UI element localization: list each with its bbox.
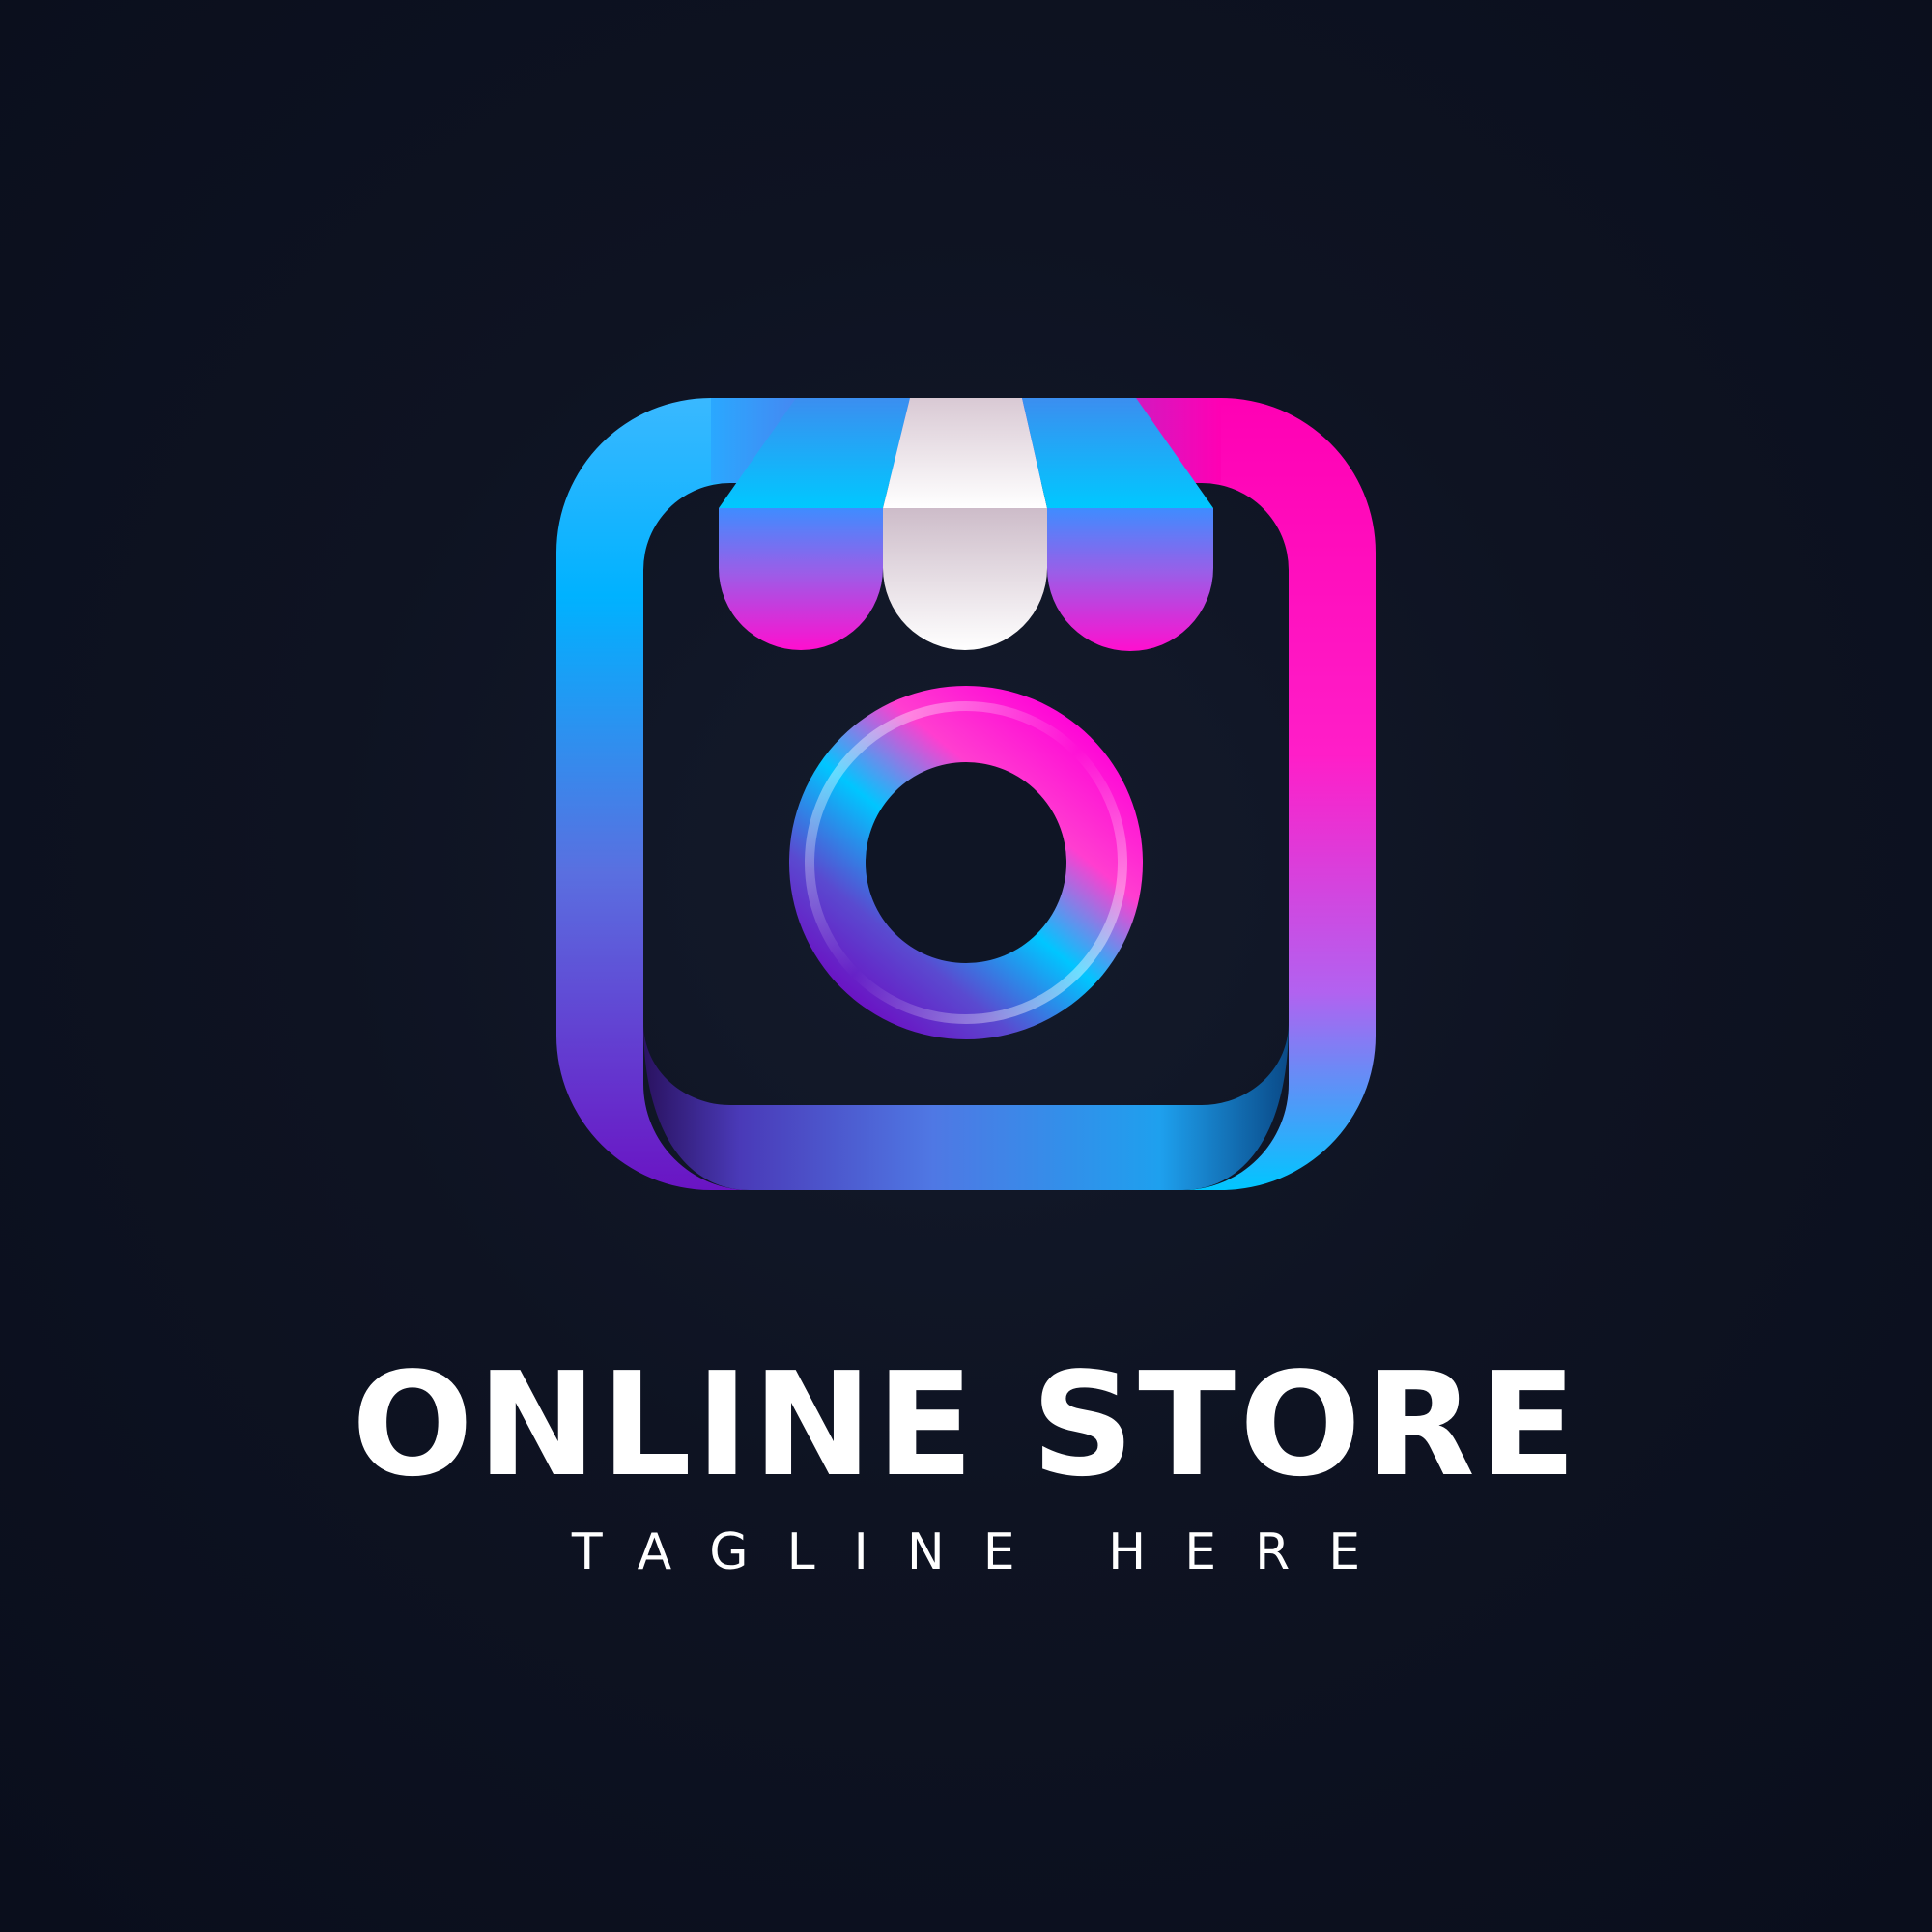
storefront-camera-logo-icon: [556, 398, 1376, 1190]
frame-bottom-band: [643, 1022, 1289, 1190]
camera-lens-icon: [789, 686, 1143, 1039]
awning-icon: [719, 398, 1213, 651]
brand-name: ONLINE STORE: [352, 1342, 1580, 1508]
tagline: TAGLINE HERE: [571, 1523, 1400, 1581]
